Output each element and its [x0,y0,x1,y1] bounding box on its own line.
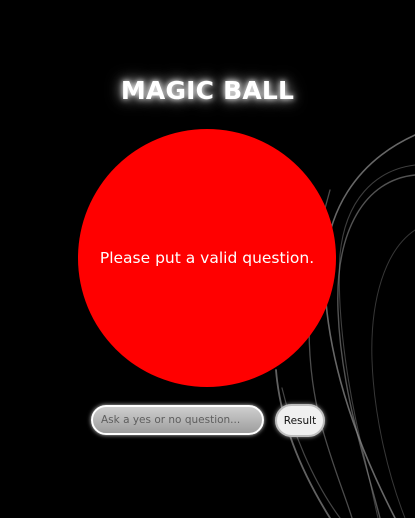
magic-ball: Please put a valid question. [78,129,336,387]
result-button[interactable]: Result [275,404,325,437]
page-title: MAGIC BALL [120,76,295,105]
question-input[interactable] [91,405,264,435]
ball-message: Please put a valid question. [99,249,315,267]
